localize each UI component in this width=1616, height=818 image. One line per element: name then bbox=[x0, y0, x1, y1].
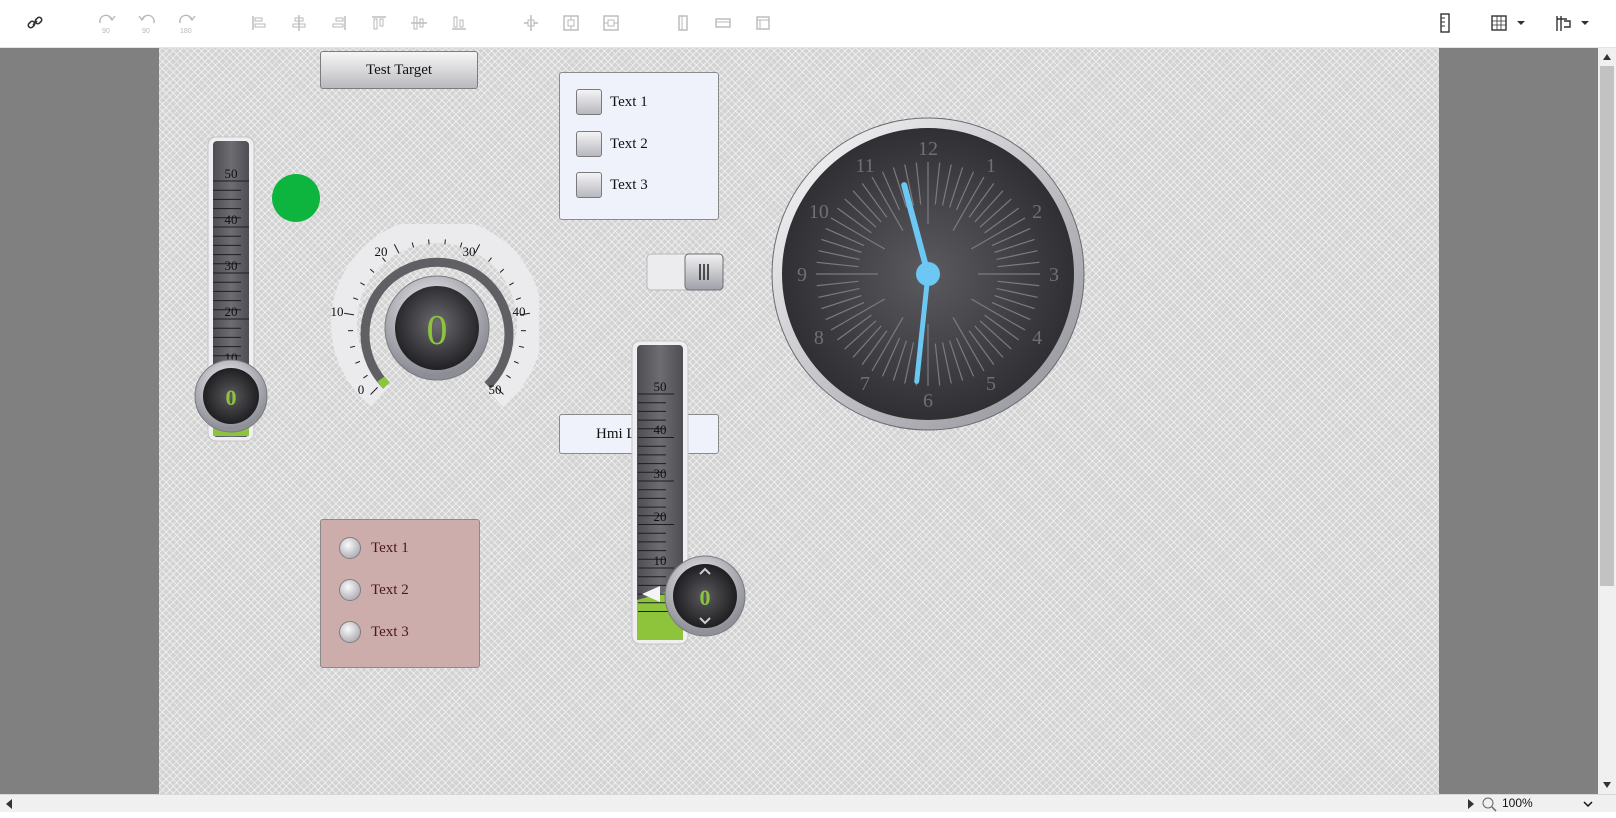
rotate-ccw-90-icon[interactable]: 90 bbox=[134, 10, 160, 36]
thermometer-center[interactable]: 50 40 30 20 10 0 bbox=[628, 340, 748, 650]
rotate-cw-90-icon[interactable]: 90 bbox=[94, 10, 120, 36]
tick-label: 40 bbox=[654, 422, 667, 437]
clock-number: 8 bbox=[814, 327, 824, 349]
scroll-up-icon bbox=[1603, 54, 1611, 60]
tick-label: 10 bbox=[654, 553, 667, 568]
checkbox[interactable] bbox=[576, 172, 602, 198]
tick-label: 40 bbox=[225, 212, 238, 227]
scroll-right-icon bbox=[1468, 799, 1474, 809]
zoom-level[interactable]: 100% bbox=[1502, 796, 1533, 810]
zoom-dropdown-icon bbox=[1584, 802, 1592, 806]
align-top-icon[interactable] bbox=[366, 10, 392, 36]
checkbox-label: Text 2 bbox=[610, 136, 648, 153]
same-width-icon[interactable] bbox=[670, 10, 696, 36]
gauge-tick-label: 10 bbox=[331, 304, 344, 319]
align-left-icon[interactable] bbox=[246, 10, 272, 36]
clock-number: 6 bbox=[923, 390, 933, 412]
clock-number: 7 bbox=[860, 373, 870, 395]
rotate-180-icon[interactable]: 180 bbox=[174, 10, 200, 36]
clock-number: 1 bbox=[986, 155, 996, 177]
radio-label: Text 3 bbox=[371, 624, 409, 641]
toolbar: 90 90 180 bbox=[0, 0, 1616, 48]
test-target-button[interactable]: Test Target bbox=[320, 51, 478, 89]
clock-center bbox=[916, 262, 940, 286]
checkbox-label: Text 1 bbox=[610, 94, 648, 111]
gauge-tick-label: 20 bbox=[375, 244, 388, 259]
svg-text:90: 90 bbox=[102, 28, 110, 35]
align-bottom-icon[interactable] bbox=[446, 10, 472, 36]
tick-label: 50 bbox=[654, 379, 667, 394]
radio-item[interactable]: Text 3 bbox=[339, 620, 409, 644]
gauge-tick-label: 40 bbox=[513, 304, 526, 319]
radio-group: Text 1 Text 2 Text 3 bbox=[320, 519, 480, 668]
analog-clock[interactable]: 121234567891011 bbox=[770, 116, 1086, 432]
radio-item[interactable]: Text 1 bbox=[339, 536, 409, 560]
thermometer-value: 0 bbox=[226, 385, 237, 410]
toggle-slider[interactable] bbox=[645, 252, 727, 294]
checkbox-group: Text 1 Text 2 Text 3 bbox=[559, 72, 719, 220]
workspace: Test Target Text 1 Text 2 Text 3 Text 1 bbox=[0, 48, 1598, 794]
vertical-scroll-thumb bbox=[1600, 66, 1614, 586]
vertical-scrollbar[interactable] bbox=[1598, 48, 1616, 794]
scroll-left-icon bbox=[6, 799, 12, 809]
vertical-scrollbar-track bbox=[1598, 48, 1616, 794]
center-vertical-icon[interactable] bbox=[598, 10, 624, 36]
clock-number: 9 bbox=[797, 264, 807, 286]
horizontal-scrollbar-track bbox=[0, 795, 1616, 813]
checkbox-label: Text 3 bbox=[610, 177, 648, 194]
same-height-icon[interactable] bbox=[710, 10, 736, 36]
clock-number: 12 bbox=[918, 138, 938, 160]
align-middle-icon[interactable] bbox=[406, 10, 432, 36]
radio-button[interactable] bbox=[339, 621, 361, 643]
radio-label: Text 2 bbox=[371, 582, 409, 599]
align-right-icon[interactable] bbox=[326, 10, 352, 36]
grid-icon[interactable] bbox=[1488, 10, 1532, 36]
tick-label: 30 bbox=[654, 466, 667, 481]
tick-label: 20 bbox=[654, 509, 667, 524]
snap-icon[interactable] bbox=[1552, 10, 1596, 36]
tick-label: 50 bbox=[225, 166, 238, 181]
clock-number: 4 bbox=[1032, 327, 1042, 349]
clock-number: 3 bbox=[1049, 264, 1059, 286]
clock-number: 2 bbox=[1032, 201, 1042, 223]
radio-label: Text 1 bbox=[371, 540, 409, 557]
thermometer-value: 0 bbox=[700, 585, 711, 610]
checkbox-item[interactable]: Text 2 bbox=[576, 130, 648, 158]
radio-button[interactable] bbox=[339, 579, 361, 601]
ruler-icon[interactable] bbox=[1432, 10, 1458, 36]
clock-number: 10 bbox=[809, 201, 829, 223]
clock-number: 11 bbox=[855, 155, 874, 177]
radio-button[interactable] bbox=[339, 537, 361, 559]
checkbox-item[interactable]: Text 1 bbox=[576, 88, 648, 116]
gauge-tick-label: 30 bbox=[463, 244, 476, 259]
gauge-tick-label: 50 bbox=[489, 382, 502, 397]
link-icon[interactable] bbox=[22, 10, 48, 36]
design-canvas[interactable]: Test Target Text 1 Text 2 Text 3 Text 1 bbox=[159, 48, 1439, 794]
center-horizontal-icon[interactable] bbox=[558, 10, 584, 36]
arc-gauge[interactable]: 0 10 20 30 40 50 0 bbox=[319, 224, 539, 424]
svg-text:180: 180 bbox=[180, 28, 192, 35]
checkbox[interactable] bbox=[576, 131, 602, 157]
gauge-value: 0 bbox=[427, 308, 448, 354]
checkbox-item[interactable]: Text 3 bbox=[576, 171, 648, 199]
tick-label: 30 bbox=[225, 258, 238, 273]
radio-item[interactable]: Text 2 bbox=[339, 578, 409, 602]
scroll-down-icon bbox=[1603, 782, 1611, 788]
svg-text:90: 90 bbox=[142, 28, 150, 35]
clock-number: 5 bbox=[986, 373, 996, 395]
same-size-icon[interactable] bbox=[750, 10, 776, 36]
horizontal-scrollbar[interactable]: 100% bbox=[0, 794, 1616, 812]
status-led[interactable] bbox=[272, 174, 320, 222]
thermometer-left[interactable]: 50 40 30 20 10 0 bbox=[193, 136, 273, 446]
gauge-tick-label: 0 bbox=[358, 382, 365, 397]
distribute-icon[interactable] bbox=[518, 10, 544, 36]
checkbox[interactable] bbox=[576, 89, 602, 115]
tick-label: 20 bbox=[225, 304, 238, 319]
align-center-icon[interactable] bbox=[286, 10, 312, 36]
zoom-icon bbox=[1483, 798, 1493, 808]
